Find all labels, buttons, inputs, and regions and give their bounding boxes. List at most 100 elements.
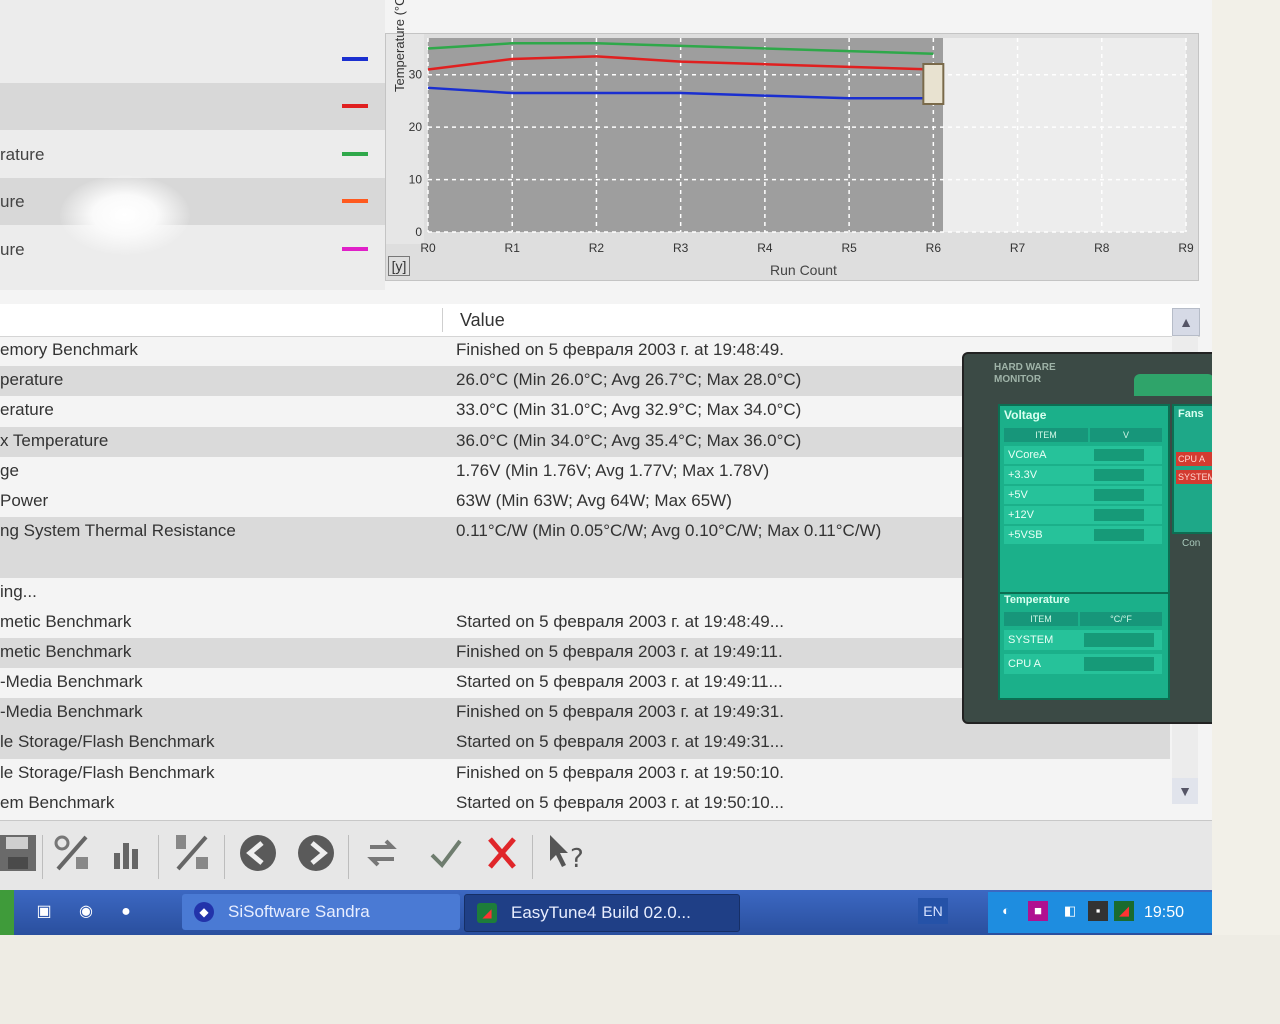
temperature-panel: Temperature ITEM °C/°F SYSTEM CPU A (998, 592, 1170, 700)
clock[interactable]: 19:50 (1144, 892, 1184, 933)
percent-chart-2-icon[interactable] (166, 831, 218, 883)
cancel-icon[interactable] (476, 831, 528, 883)
x-tick-label: R5 (841, 241, 857, 255)
save-icon[interactable] (0, 831, 44, 883)
row-label: metic Benchmark (0, 641, 132, 661)
fan-item: CPU A (1176, 452, 1212, 466)
row-label: ge (0, 460, 19, 480)
temp-name: SYSTEM (1008, 634, 1054, 646)
toolbar-separator (348, 835, 349, 879)
voltage-name: VCoreA (1008, 449, 1047, 461)
voltage-row: VCoreA (1004, 446, 1162, 464)
refresh-icon[interactable] (356, 831, 408, 883)
row-label: ing... (0, 581, 37, 601)
percent-chart-icon[interactable] (46, 831, 98, 883)
fans-title: Fans (1178, 408, 1204, 420)
voltage-panel: Voltage ITEM V VCoreA +3.3V +5V +12V +5V… (998, 404, 1170, 594)
help-icon[interactable]: ? (540, 831, 592, 883)
language-indicator[interactable]: EN (918, 898, 948, 924)
screen: rature ure ure 0 10 20 30 R0 R1 R2 R3 R4 R5 R6 R7 R8… (0, 0, 1212, 935)
taskbar: ▣ ◉ ● ◆ SiSoftware Sandra ◢ EasyTune4 Bu… (0, 890, 1212, 935)
legend-swatch-red (342, 104, 368, 108)
media-player-icon[interactable]: ● (114, 900, 138, 924)
bar-chart-icon[interactable] (100, 831, 152, 883)
voltage-value-box (1094, 449, 1144, 461)
ie-icon[interactable]: ◉ (74, 900, 98, 924)
table-row[interactable]: em Benchmark Started on 5 февраля 2003 г.… (0, 789, 1170, 819)
voltage-value-box (1094, 509, 1144, 521)
scroll-down-button[interactable]: ▼ (1172, 778, 1198, 804)
toolbar-separator (42, 835, 43, 879)
legend-label: ure (0, 240, 25, 259)
column-divider[interactable] (442, 308, 443, 332)
voltage-row: +5V (1004, 486, 1162, 504)
plot-area-empty (943, 38, 1186, 232)
voltage-value-box (1094, 529, 1144, 541)
row-label: ng System Thermal Resistance (0, 521, 236, 541)
voltage-col-item: ITEM (1004, 428, 1088, 442)
legend-item (0, 36, 385, 83)
task-easytune[interactable]: ◢ EasyTune4 Build 02.0... (464, 894, 740, 932)
hardware-monitor-window[interactable]: HARD WARE MONITOR Voltage ITEM V VCoreA … (962, 352, 1212, 724)
row-label: em Benchmark (0, 792, 115, 812)
row-label: erature (0, 400, 54, 420)
svg-text:?: ? (570, 844, 584, 874)
y-tick-label: 30 (409, 68, 423, 82)
sandra-icon: ◆ (194, 902, 214, 922)
forward-icon[interactable] (290, 831, 342, 883)
x-axis-label: Run Count (770, 262, 837, 278)
column-header-value[interactable]: Value (460, 310, 505, 331)
row-label: metic Benchmark (0, 611, 132, 631)
tray-easytune-icon[interactable]: ◢ (1114, 901, 1134, 921)
legend-swatch-magenta (342, 247, 368, 251)
x-tick-label: R6 (926, 241, 942, 255)
screen-glare (60, 175, 190, 255)
x-tick-label: R1 (505, 241, 521, 255)
monitor-bezel-right (1212, 0, 1280, 1024)
row-value: Finished on 5 февраля 2003 г. at 19:50:1… (456, 762, 784, 782)
x-tick-label: R0 (420, 241, 436, 255)
tray-network-icon[interactable]: ◐ (996, 901, 1016, 921)
row-label: le Storage/Flash Benchmark (0, 732, 215, 752)
monitor-bezel-bottom (0, 935, 1280, 1024)
row-value: Finished on 5 февраля 2003 г. at 19:49:3… (456, 702, 784, 722)
task-sandra[interactable]: ◆ SiSoftware Sandra (182, 894, 460, 930)
x-tick-label: R7 (1010, 241, 1026, 255)
table-row[interactable]: le Storage/Flash Benchmark Started on 5 ф… (0, 728, 1170, 759)
row-value: 36.0°C (Min 34.0°C; Avg 35.4°C; Max 36.0… (456, 430, 802, 450)
ok-icon[interactable] (420, 831, 472, 883)
tray-sound-icon[interactable]: ▪ (1088, 901, 1108, 921)
fan-item: SYSTEM (1176, 470, 1212, 484)
legend-item: rature (0, 131, 385, 178)
legend-label: ure (0, 192, 25, 211)
temp-value-box (1084, 657, 1154, 671)
x-tick-label: R9 (1178, 241, 1194, 255)
tray-app-icon[interactable]: ■ (1028, 901, 1048, 921)
voltage-row: +3.3V (1004, 466, 1162, 484)
hw-monitor-title: HARD WARE MONITOR (994, 362, 1056, 385)
start-button[interactable] (0, 890, 14, 935)
hw-monitor-tab[interactable] (1134, 374, 1212, 396)
scroll-up-button[interactable]: ▲ (1172, 308, 1200, 336)
y-axis-toggle-button[interactable]: [y] (388, 256, 410, 276)
y-tick-label: 0 (415, 225, 422, 239)
row-label: perature (0, 370, 64, 390)
row-label: Power (0, 490, 49, 510)
task-easytune-label: EasyTune4 Build 02.0... (511, 903, 691, 922)
temp-col-unit: °C/°F (1080, 612, 1162, 626)
temp-row: CPU A (1004, 654, 1162, 674)
back-icon[interactable] (232, 831, 284, 883)
system-tray: ◐ ■ ◧ ▪ ◢ 19:50 (988, 892, 1212, 933)
row-value: Finished on 5 февраля 2003 г. at 19:48:4… (456, 340, 784, 359)
row-label: -Media Benchmark (0, 672, 143, 692)
voltage-value-box (1094, 489, 1144, 501)
y-tick-label: 10 (409, 173, 423, 187)
table-row[interactable]: le Storage/Flash Benchmark Finished on 5 … (0, 759, 1170, 789)
tray-monitor-icon[interactable]: ◧ (1060, 901, 1080, 921)
legend-swatch-orange (342, 199, 368, 203)
row-label: le Storage/Flash Benchmark (0, 762, 215, 782)
task-sandra-label: SiSoftware Sandra (228, 902, 370, 921)
connect-label: Con (1182, 538, 1201, 549)
legend-swatch-blue (342, 57, 368, 61)
show-desktop-icon[interactable]: ▣ (32, 900, 56, 924)
